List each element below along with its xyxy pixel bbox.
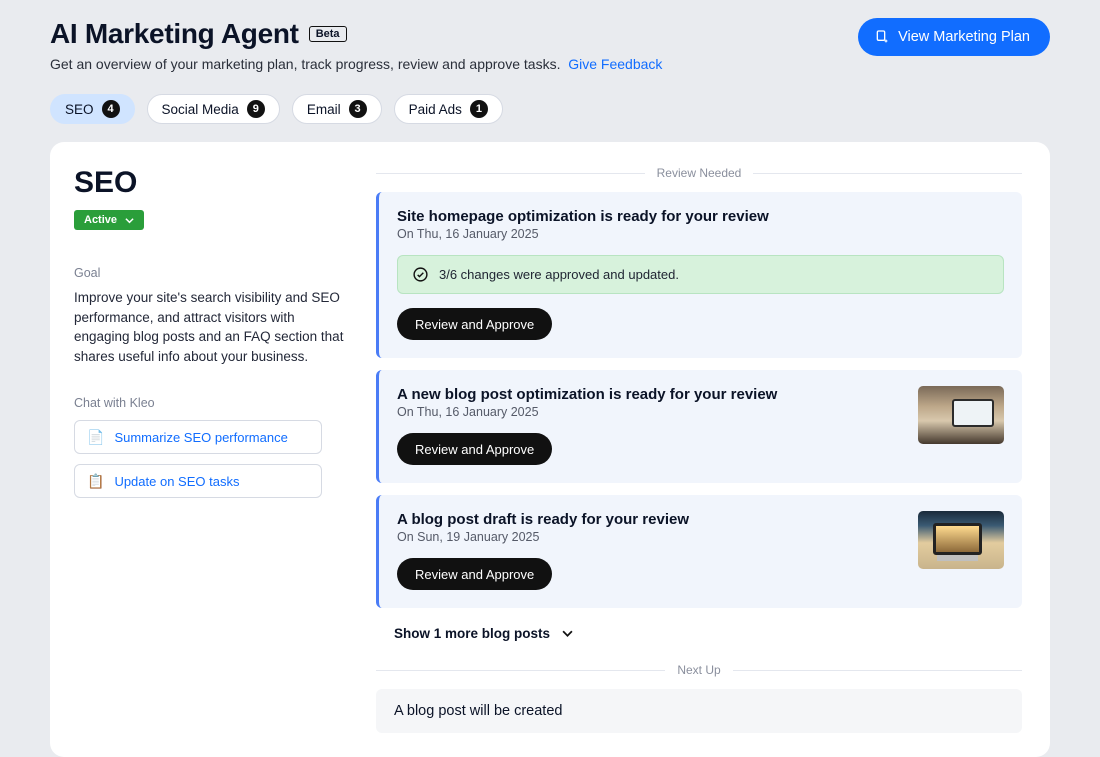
chevron-down-icon: [562, 628, 573, 639]
category-tabs: SEO 4 Social Media 9 Email 3 Paid Ads 1: [50, 94, 1050, 124]
card-title: A new blog post optimization is ready fo…: [397, 386, 902, 403]
status-dropdown[interactable]: Active: [74, 210, 144, 230]
tab-label: Paid Ads: [409, 102, 462, 117]
review-approve-button[interactable]: Review and Approve: [397, 433, 552, 465]
page-subtitle: Get an overview of your marketing plan, …: [50, 56, 662, 72]
section-title: SEO: [74, 166, 346, 200]
review-card: Site homepage optimization is ready for …: [376, 192, 1022, 358]
card-date: On Thu, 16 January 2025: [397, 227, 1004, 241]
review-approve-button[interactable]: Review and Approve: [397, 558, 552, 590]
page-title: AI Marketing Agent: [50, 18, 299, 50]
review-card: A blog post draft is ready for your revi…: [376, 495, 1022, 608]
tab-label: SEO: [65, 102, 94, 117]
tab-label: Email: [307, 102, 341, 117]
tab-count: 3: [349, 100, 367, 118]
card-thumbnail: [918, 511, 1004, 569]
tab-email[interactable]: Email 3: [292, 94, 382, 124]
document-sparkle-icon: [874, 29, 890, 45]
review-heading: Review Needed: [657, 166, 742, 180]
show-more-label: Show 1 more blog posts: [394, 626, 550, 641]
tab-social-media[interactable]: Social Media 9: [147, 94, 280, 124]
review-needed-divider: Review Needed: [376, 166, 1022, 180]
chat-btn-label: Update on SEO tasks: [114, 474, 239, 489]
give-feedback-link[interactable]: Give Feedback: [568, 56, 662, 72]
card-date: On Sun, 19 January 2025: [397, 530, 902, 544]
chat-update-tasks-button[interactable]: 📋 Update on SEO tasks: [74, 464, 322, 498]
next-up-divider: Next Up: [376, 663, 1022, 677]
nextup-heading: Next Up: [677, 663, 720, 677]
chevron-down-icon: [125, 216, 134, 225]
goal-text: Improve your site's search visibility an…: [74, 288, 346, 366]
clipboard-icon: 📋: [87, 473, 104, 490]
card-title: Site homepage optimization is ready for …: [397, 208, 1004, 225]
nextup-card: A blog post will be created: [376, 689, 1022, 733]
tab-label: Social Media: [162, 102, 239, 117]
document-icon: 📄: [87, 429, 104, 446]
chat-summarize-seo-button[interactable]: 📄 Summarize SEO performance: [74, 420, 322, 454]
subtitle-text: Get an overview of your marketing plan, …: [50, 56, 560, 72]
tab-count: 4: [102, 100, 120, 118]
review-approve-button[interactable]: Review and Approve: [397, 308, 552, 340]
status-label: Active: [84, 214, 117, 226]
show-more-button[interactable]: Show 1 more blog posts: [394, 626, 573, 641]
tab-seo[interactable]: SEO 4: [50, 94, 135, 124]
approval-text: 3/6 changes were approved and updated.: [439, 267, 679, 282]
tab-paid-ads[interactable]: Paid Ads 1: [394, 94, 503, 124]
card-title: A blog post draft is ready for your revi…: [397, 511, 902, 528]
tab-count: 1: [470, 100, 488, 118]
check-circle-icon: [412, 266, 429, 283]
card-date: On Thu, 16 January 2025: [397, 405, 902, 419]
goal-heading: Goal: [74, 266, 346, 280]
approval-status-banner: 3/6 changes were approved and updated.: [397, 255, 1004, 294]
chat-heading: Chat with Kleo: [74, 396, 346, 410]
view-plan-label: View Marketing Plan: [898, 29, 1030, 45]
beta-badge: Beta: [309, 26, 347, 42]
tab-count: 9: [247, 100, 265, 118]
card-thumbnail: [918, 386, 1004, 444]
review-card: A new blog post optimization is ready fo…: [376, 370, 1022, 483]
nextup-card-title: A blog post will be created: [394, 703, 562, 719]
chat-btn-label: Summarize SEO performance: [114, 430, 287, 445]
view-marketing-plan-button[interactable]: View Marketing Plan: [858, 18, 1050, 56]
